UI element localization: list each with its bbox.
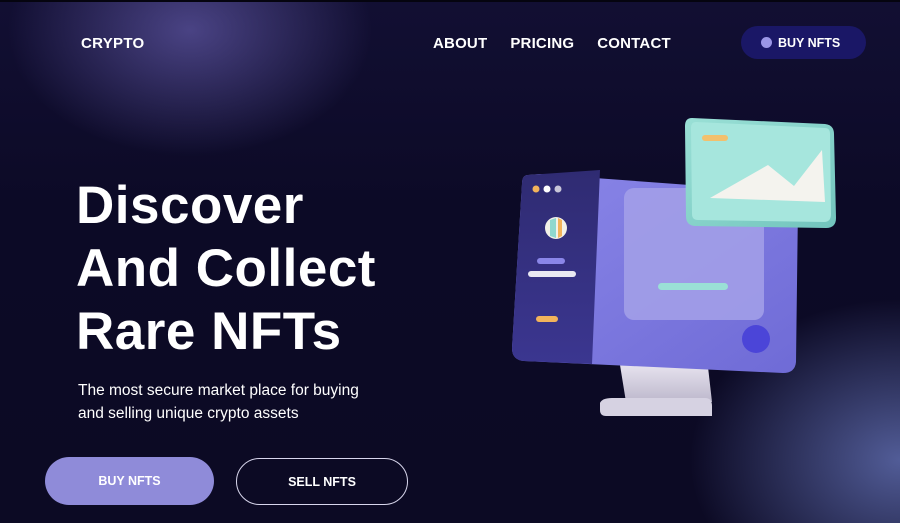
hero-title: Discover And Collect Rare NFTs: [76, 174, 456, 363]
nav-link-about[interactable]: ABOUT: [433, 35, 487, 52]
hero-subtitle: The most secure market place for buying …: [78, 379, 418, 425]
monitor-illustration: [512, 118, 836, 416]
hero-title-line-2: And Collect: [76, 239, 376, 298]
monitor-stand: [600, 365, 712, 416]
top-border: [0, 0, 900, 2]
image-card-icon: [685, 118, 836, 228]
logo[interactable]: CRYPTO: [81, 35, 144, 52]
header-buy-nfts-label: BUY NFTS: [778, 35, 841, 50]
buy-nfts-button[interactable]: BUY NFTS: [45, 457, 214, 505]
hero-subtitle-line-1: The most secure market place for buying: [78, 382, 359, 399]
nav-link-contact[interactable]: CONTACT: [597, 35, 671, 52]
hero-title-line-3: Rare NFTs: [76, 302, 342, 361]
hero-title-line-1: Discover: [76, 176, 304, 235]
sell-nfts-button[interactable]: SELL NFTS: [236, 458, 408, 505]
hero-subtitle-line-2: and selling unique crypto assets: [78, 405, 299, 422]
main-nav: ABOUT PRICING CONTACT: [433, 35, 671, 52]
dot-icon: [761, 37, 772, 48]
header-buy-nfts-button[interactable]: BUY NFTS: [741, 26, 866, 59]
landing-page: CRYPTO ABOUT PRICING CONTACT BUY NFTS Di…: [0, 0, 900, 523]
nav-link-pricing[interactable]: PRICING: [510, 35, 574, 52]
